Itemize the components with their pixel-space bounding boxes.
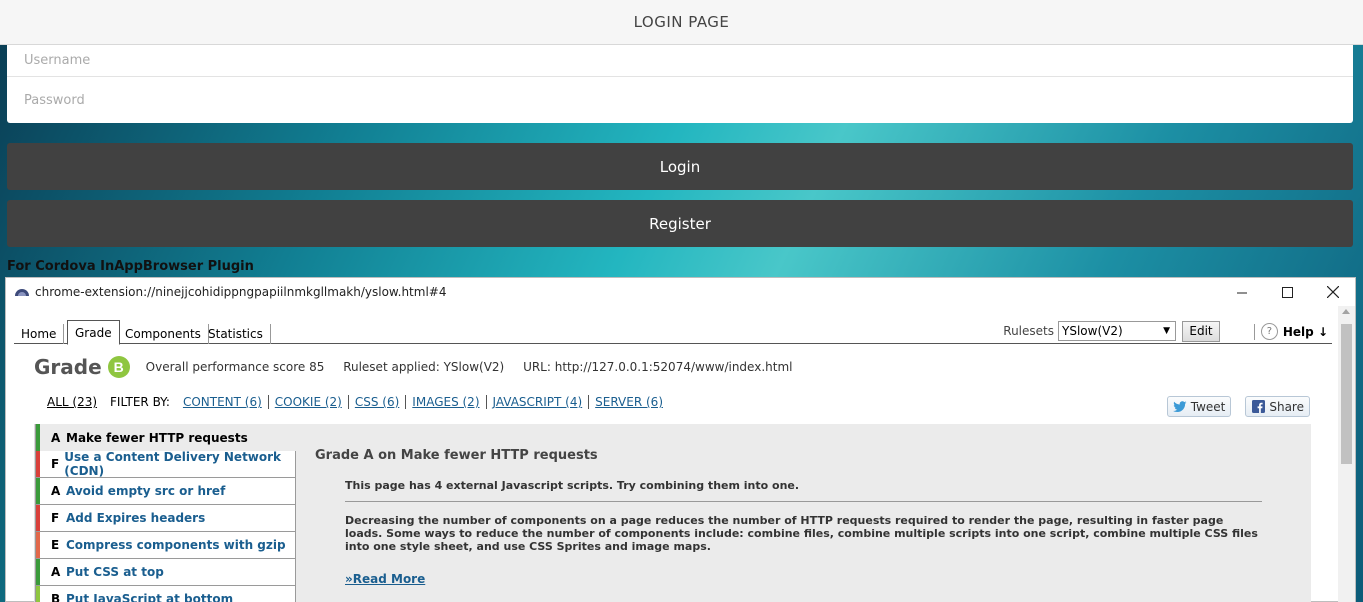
filter-css-link[interactable]: CSS (6) [355, 395, 407, 409]
rule-detail-title: Grade A on Make fewer HTTP requests [315, 448, 598, 463]
grade-heading: Grade [34, 355, 102, 379]
close-icon [1326, 286, 1339, 298]
scroll-up-icon[interactable] [1342, 309, 1350, 314]
share-label: Share [1269, 399, 1304, 414]
divider [345, 501, 1262, 502]
grade-content: A Make fewer HTTP requests F Use a Conte… [34, 424, 1311, 602]
rule-name: Make fewer HTTP requests [66, 430, 248, 445]
tab-grade[interactable]: Grade [67, 320, 120, 345]
cordova-note: For Cordova InAppBrowser Plugin [7, 259, 254, 274]
login-form: Username Password [7, 45, 1353, 123]
rule-item-add-expires-headers[interactable]: F Add Expires headers [35, 505, 296, 532]
rule-grade: E [51, 538, 60, 552]
rules-list: A Make fewer HTTP requests F Use a Conte… [35, 424, 296, 602]
filter-images-link[interactable]: IMAGES (2) [412, 395, 487, 409]
grade-summary: Grade B Overall performance score 85 Rul… [34, 354, 807, 380]
yslow-logo-icon [15, 289, 29, 296]
rule-detail-body: This page has 4 external Javascript scri… [345, 479, 1275, 586]
rule-detail-summary: This page has 4 external Javascript scri… [345, 479, 800, 492]
rule-detail-description: Decreasing the number of components on a… [345, 514, 1258, 553]
tab-statistics[interactable]: Statistics [201, 324, 271, 344]
help-button[interactable]: ? Help ↓ [1253, 323, 1328, 340]
filter-content-link[interactable]: CONTENT (6) [183, 395, 269, 409]
filter-javascript-link[interactable]: JAVASCRIPT (4) [493, 395, 590, 409]
rule-item-avoid-empty-src[interactable]: A Avoid empty src or href [35, 478, 296, 505]
register-button[interactable]: Register [7, 200, 1353, 247]
overall-score: Overall performance score 85 [145, 360, 325, 374]
login-button[interactable]: Login [7, 143, 1353, 190]
filter-by-label: FILTER BY: [110, 395, 170, 409]
rule-name: Add Expires headers [66, 511, 206, 525]
grade-color-bar [36, 505, 40, 531]
maximize-icon [1282, 286, 1293, 298]
rule-name: Compress components with gzip [66, 538, 286, 552]
rule-grade: A [51, 565, 61, 579]
password-input[interactable]: Password [7, 77, 1353, 123]
rule-item-js-at-bottom[interactable]: B Put JavaScript at bottom [35, 586, 296, 602]
grade-meta: Overall performance score 85 Ruleset app… [146, 360, 808, 374]
scroll-thumb[interactable] [1341, 324, 1352, 464]
rule-item-use-cdn[interactable]: F Use a Content Delivery Network (CDN) [35, 450, 296, 478]
rule-item-css-at-top[interactable]: A Put CSS at top [35, 559, 296, 586]
rule-grade: A [51, 484, 61, 498]
read-more-link[interactable]: »Read More [345, 573, 425, 586]
grade-color-bar [36, 559, 40, 585]
tab-home[interactable]: Home [14, 324, 65, 344]
maximize-button[interactable] [1265, 278, 1310, 306]
tab-components[interactable]: Components [118, 324, 209, 344]
rule-grade: F [51, 457, 60, 471]
grade-color-bar [36, 424, 40, 451]
window-titlebar: chrome-extension://ninejjcohidippngpapii… [6, 278, 1355, 306]
filter-all-link[interactable]: ALL (23) [47, 395, 97, 409]
rule-name: Use a Content Delivery Network (CDN) [64, 450, 282, 478]
yslow-tabs: Home Grade Components Statistics Ruleset… [14, 320, 1332, 345]
rule-detail: Grade A on Make fewer HTTP requests This… [315, 448, 1275, 586]
tweet-label: Tweet [1190, 399, 1226, 414]
minimize-button[interactable] [1220, 278, 1265, 306]
yslow-window: chrome-extension://ninejjcohidippngpapii… [5, 277, 1356, 602]
page-title: LOGIN PAGE [633, 13, 730, 31]
grade-color-bar [36, 451, 40, 477]
grade-color-bar [36, 478, 40, 504]
share-button[interactable]: Share [1245, 396, 1310, 417]
facebook-icon [1251, 400, 1265, 414]
grade-color-bar [36, 586, 40, 602]
page-url: URL: http://127.0.0.1:52074/www/index.ht… [523, 360, 793, 374]
rulesets-label: Rulesets [1003, 324, 1054, 338]
filter-bar: ALL (23) FILTER BY: CONTENT (6) COOKIE (… [47, 395, 675, 409]
minimize-icon [1237, 292, 1247, 293]
share-buttons: Tweet Share [1166, 396, 1310, 417]
rule-grade: B [51, 592, 61, 602]
dropdown-arrow-icon: ▼ [1163, 326, 1170, 336]
grade-badge: B [107, 356, 130, 378]
username-input[interactable]: Username [7, 45, 1353, 77]
rulesets-control: Rulesets YSlow(V2) ▼ Edit [1003, 320, 1220, 342]
rule-item-compress-gzip[interactable]: E Compress components with gzip [35, 532, 296, 559]
ruleset-select[interactable]: YSlow(V2) ▼ [1058, 321, 1176, 341]
filter-server-link[interactable]: SERVER (6) [595, 395, 669, 409]
ruleset-applied: Ruleset applied: YSlow(V2) [343, 360, 505, 374]
help-separator [1253, 323, 1255, 340]
rule-grade: A [51, 430, 61, 445]
help-icon: ? [1260, 323, 1278, 340]
window-title: chrome-extension://ninejjcohidippngpapii… [35, 285, 447, 299]
ruleset-selected-value: YSlow(V2) [1062, 324, 1123, 338]
twitter-icon [1172, 400, 1187, 414]
grade-color-bar [36, 532, 40, 558]
app-header: LOGIN PAGE [0, 0, 1363, 45]
rule-name: Put CSS at top [66, 565, 164, 579]
rule-name: Avoid empty src or href [66, 484, 226, 498]
rule-grade: F [51, 511, 60, 525]
filter-cookie-link[interactable]: COOKIE (2) [275, 395, 349, 409]
rule-name: Put JavaScript at bottom [66, 592, 234, 602]
close-button[interactable] [1310, 278, 1355, 306]
help-label: Help ↓ [1282, 324, 1328, 339]
rule-item-make-fewer-http-requests[interactable]: A Make fewer HTTP requests [35, 424, 296, 451]
edit-ruleset-button[interactable]: Edit [1182, 320, 1220, 342]
vertical-scrollbar[interactable] [1338, 306, 1355, 602]
tweet-button[interactable]: Tweet [1166, 396, 1232, 417]
